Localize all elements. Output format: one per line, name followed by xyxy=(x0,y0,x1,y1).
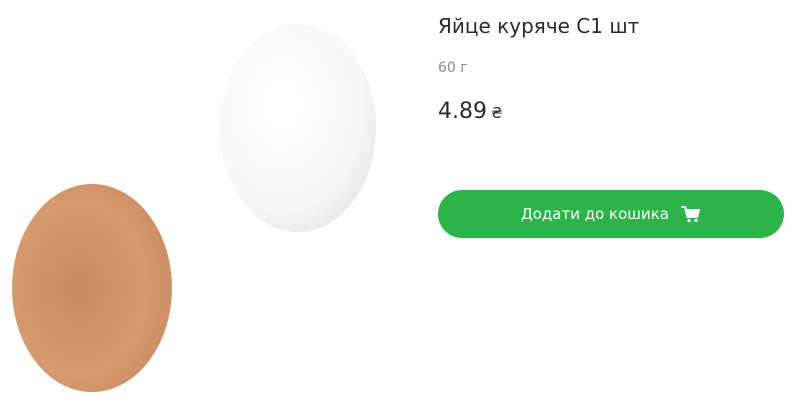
product-image xyxy=(0,0,420,414)
price-value: 4.89 xyxy=(438,99,487,124)
add-to-cart-label: Додати до кошика xyxy=(521,205,669,223)
add-to-cart-button[interactable]: Додати до кошика xyxy=(438,190,784,238)
product-title: Яйце куряче С1 шт xyxy=(438,14,640,38)
product-weight: 60 г xyxy=(438,60,468,76)
product-price: 4.89 ₴ xyxy=(438,99,503,124)
brown-egg xyxy=(12,184,172,392)
price-currency: ₴ xyxy=(490,104,503,122)
eggs-illustration xyxy=(12,24,376,392)
white-egg xyxy=(220,24,376,232)
cart-icon xyxy=(681,205,701,223)
